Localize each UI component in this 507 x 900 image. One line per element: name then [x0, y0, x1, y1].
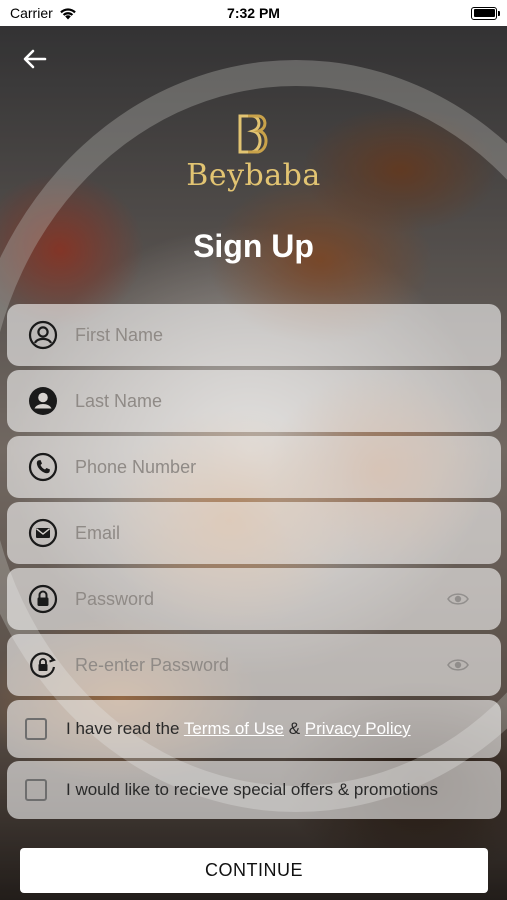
brand-logo: Beybaba [0, 112, 507, 193]
phone-icon [28, 452, 58, 482]
page-title: Sign Up [193, 228, 314, 264]
offers-checkbox[interactable] [25, 779, 47, 801]
status-bar: Carrier 7:32 PM [0, 0, 507, 26]
reenter-password-field[interactable] [7, 634, 501, 696]
first-name-field[interactable] [7, 304, 501, 366]
battery-icon [471, 6, 500, 20]
terms-text: I have read the Terms of Use & Privacy P… [66, 719, 411, 739]
last-name-field[interactable] [7, 370, 501, 432]
privacy-policy-link[interactable]: Privacy Policy [305, 719, 411, 738]
terms-ampersand: & [288, 719, 301, 738]
terms-agreement-row: I have read the Terms of Use & Privacy P… [7, 700, 501, 758]
first-name-input[interactable] [75, 304, 501, 366]
brand-name: Beybaba [186, 158, 321, 193]
lock-icon [28, 584, 58, 614]
back-button[interactable] [20, 44, 50, 74]
offers-opt-in-row: I would like to recieve special offers &… [7, 761, 501, 819]
email-field[interactable] [7, 502, 501, 564]
reenter-password-input[interactable] [75, 634, 447, 696]
terms-prefix: I have read the [66, 719, 180, 738]
status-left: Carrier [10, 5, 77, 21]
phone-input[interactable] [75, 436, 501, 498]
continue-button[interactable]: CONTINUE [20, 848, 488, 893]
user-filled-circle-icon [29, 387, 57, 415]
terms-checkbox[interactable] [25, 718, 47, 740]
wifi-icon [59, 7, 76, 19]
email-input[interactable] [75, 502, 501, 564]
password-field[interactable] [7, 568, 501, 630]
envelope-icon [28, 518, 58, 548]
arrow-left-icon [23, 49, 47, 69]
carrier-label: Carrier [10, 5, 53, 21]
offers-label: I would like to recieve special offers &… [66, 780, 438, 799]
phone-field[interactable] [7, 436, 501, 498]
last-name-input[interactable] [75, 370, 501, 432]
eye-icon[interactable] [447, 591, 469, 607]
eye-icon[interactable] [447, 657, 469, 673]
user-circle-icon [28, 320, 58, 350]
terms-of-use-link[interactable]: Terms of Use [184, 719, 284, 738]
lock-refresh-icon [30, 652, 56, 678]
brand-monogram-icon [238, 114, 267, 154]
password-input[interactable] [75, 568, 447, 630]
